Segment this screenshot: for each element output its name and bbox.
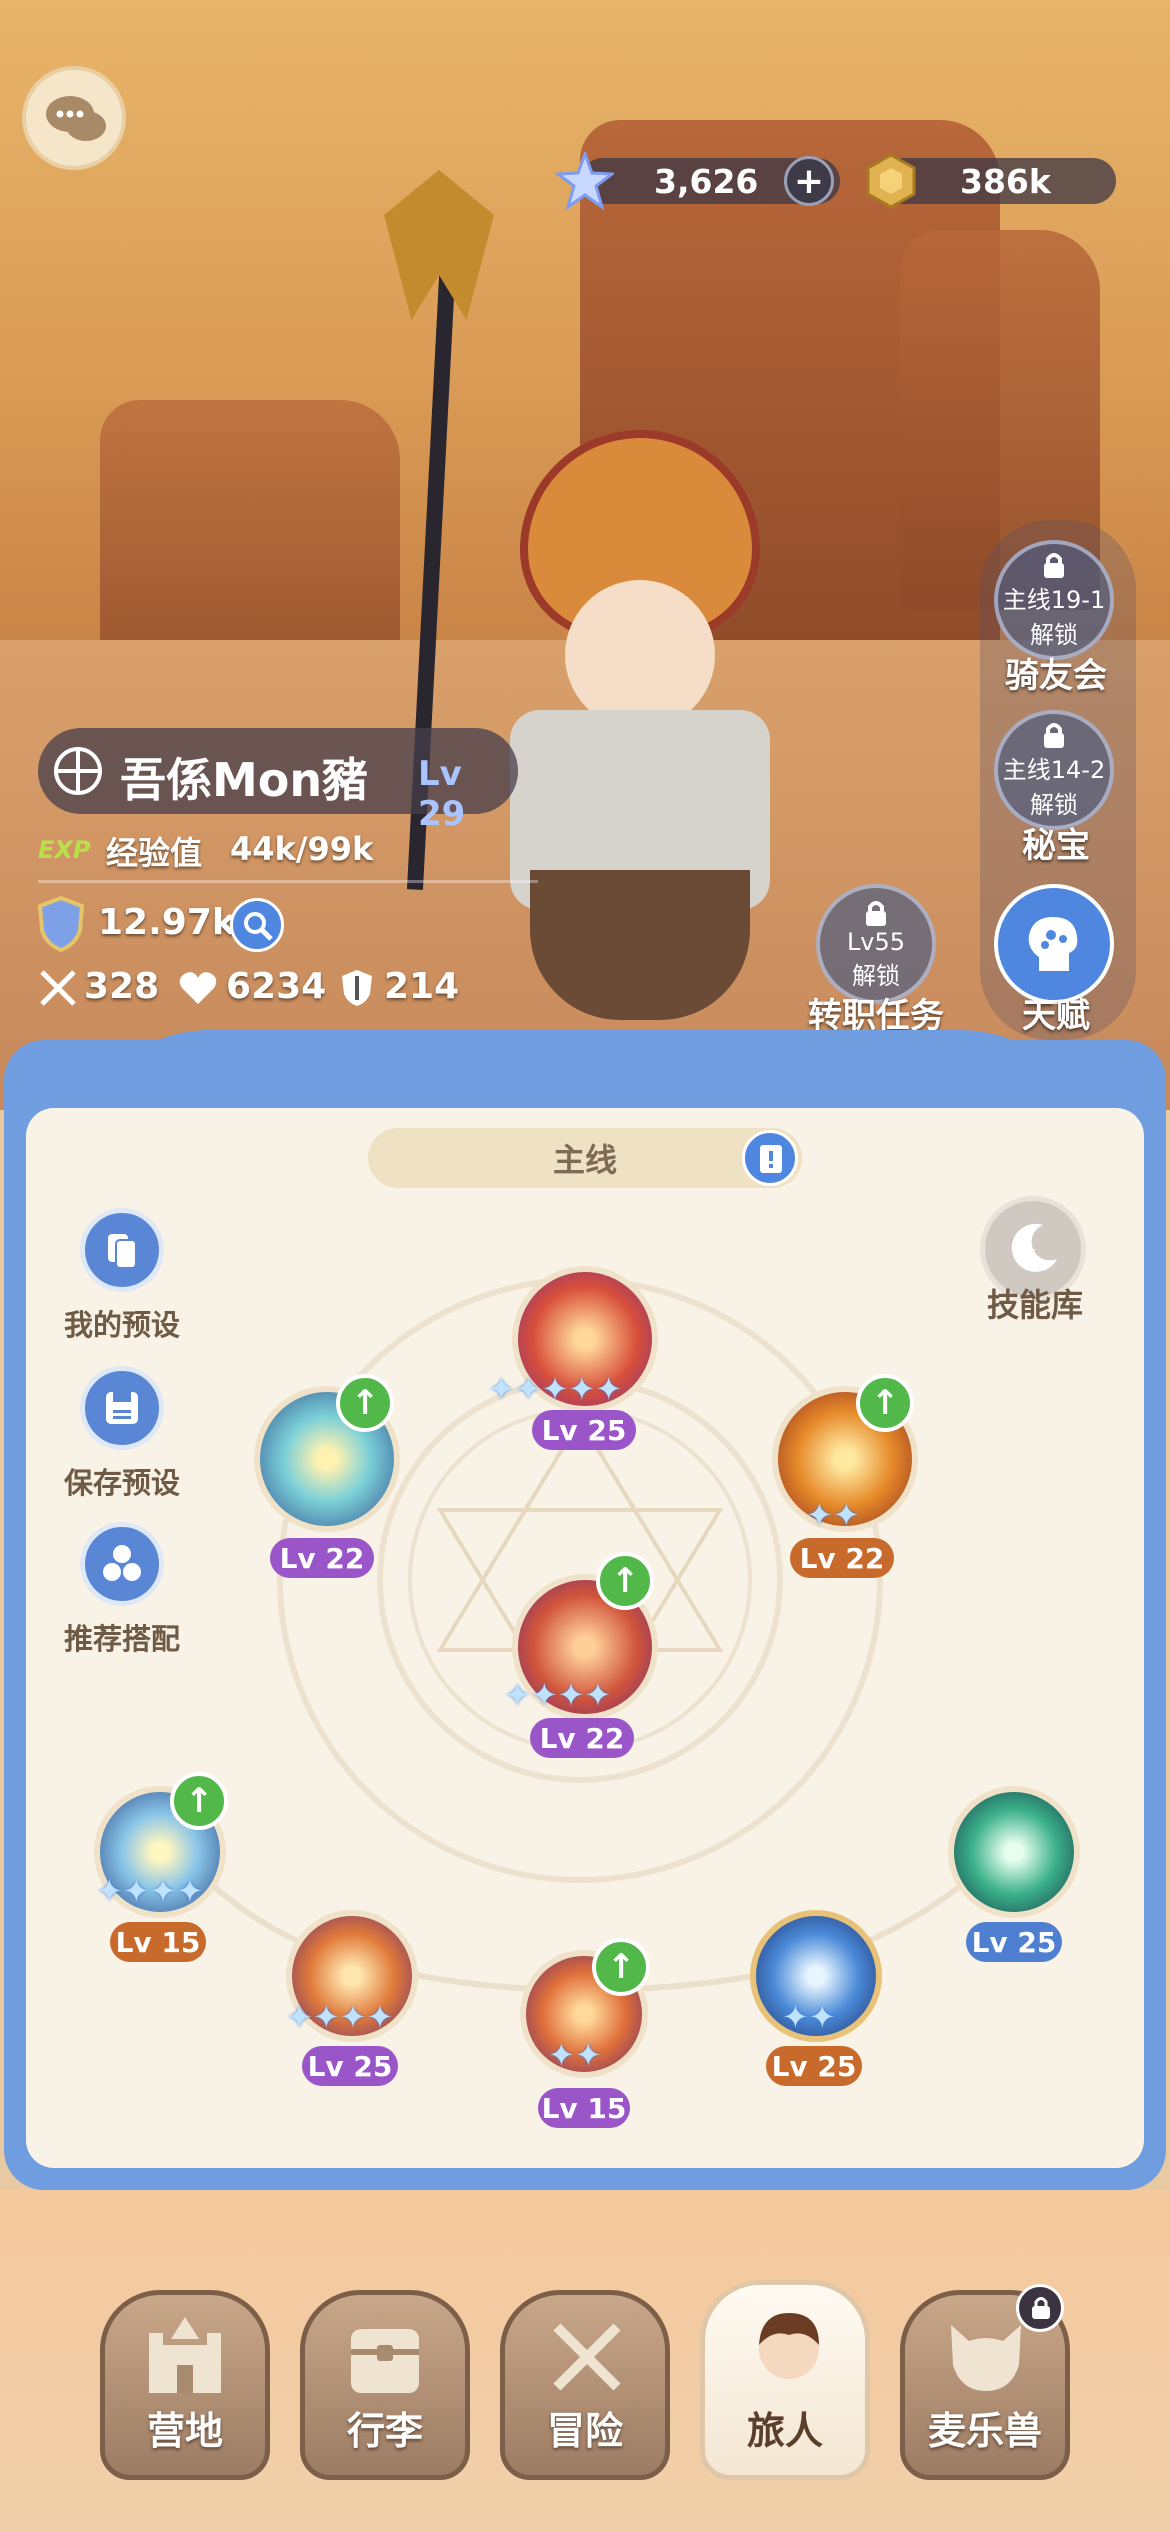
lock-icon	[1032, 2297, 1050, 2319]
power-detail-button[interactable]	[230, 898, 284, 952]
nav-traveler[interactable]: 旅人	[700, 2280, 870, 2480]
riders-club-label: 骑友会	[1005, 656, 1107, 696]
attack-value: 328	[84, 966, 160, 1007]
hp-value: 6234	[226, 966, 327, 1007]
my-preset-label: 我的预设	[63, 1308, 180, 1342]
nav-pet-label: 麦乐兽	[927, 2409, 1042, 2453]
lock-sub: 解锁	[1030, 791, 1078, 819]
nav-camp[interactable]: 营地	[100, 2290, 270, 2480]
search-icon	[244, 912, 273, 941]
upgrade-arrow-icon[interactable]: ↑	[170, 1772, 228, 1830]
skill-stars: ✦✦✦✦	[286, 1998, 394, 2036]
lock-sub: 解锁	[852, 961, 900, 990]
skill-stars: ✦✦✦✦	[504, 1676, 612, 1714]
pet-locked-badge	[1016, 2284, 1064, 2332]
shield-icon	[37, 896, 85, 952]
brain-icon	[1028, 917, 1078, 971]
player-name: 吾係Mon豬	[120, 753, 369, 807]
rock	[100, 400, 400, 660]
skill-stars: ✦✦	[806, 1496, 860, 1534]
nav-bag-label: 行李	[346, 2409, 423, 2453]
recommended-build-label: 推荐搭配	[63, 1622, 180, 1656]
traveler-avatar-icon	[759, 2313, 819, 2379]
gem-amount: 3,626	[654, 161, 759, 201]
exp-bar	[38, 880, 538, 883]
combo-icon	[103, 1545, 141, 1581]
skill-level: Lv 22	[790, 1538, 894, 1578]
skill-stars: ✦✦✦✦	[96, 1872, 204, 1910]
armor-icon	[342, 970, 372, 1006]
plus-icon: +	[793, 160, 825, 202]
lock-icon	[1044, 723, 1064, 748]
riders-club-button[interactable]: 主线19-1 解锁	[994, 540, 1114, 660]
skill-level: Lv 25	[302, 2046, 398, 2086]
coin-amount: 386k	[960, 161, 1051, 201]
talent-label: 天赋	[1022, 996, 1090, 1036]
lock-sub: 解锁	[1030, 621, 1078, 649]
talent-button[interactable]	[994, 884, 1114, 1004]
player-character[interactable]	[470, 430, 800, 1030]
skill-stars: ✦✦	[782, 1998, 836, 2036]
backpack-icon	[351, 2329, 419, 2393]
heart-icon	[179, 972, 217, 1004]
lock-icon	[1044, 553, 1064, 578]
castle-icon	[149, 2317, 221, 2393]
nav-camp-label: 营地	[146, 2409, 223, 2453]
my-preset-button[interactable]	[80, 1208, 164, 1292]
lock-condition: 主线19-1	[1002, 586, 1106, 614]
exp-label: 经验值	[106, 834, 203, 872]
nav-bag[interactable]: 行李	[300, 2290, 470, 2480]
recommended-build-button[interactable]	[80, 1522, 164, 1606]
nav-adventure-label: 冒险	[546, 2409, 623, 2453]
skill-stars: ✦✦✦✦✦	[488, 1370, 623, 1408]
combat-power: 12.97k	[98, 902, 236, 943]
cards-icon	[108, 1234, 137, 1269]
chat-button[interactable]	[22, 66, 126, 170]
upgrade-arrow-icon[interactable]: ↑	[596, 1552, 654, 1610]
skill-level: Lv 25	[766, 2046, 862, 2086]
upgrade-arrow-icon[interactable]: ↑	[336, 1374, 394, 1432]
skill-level: Lv 15	[538, 2088, 630, 2128]
skill-level: Lv 22	[530, 1718, 634, 1758]
exp-value: 44k/99k	[230, 830, 374, 868]
upgrade-arrow-icon[interactable]: ↑	[856, 1374, 914, 1432]
skill-level: Lv 15	[110, 1922, 206, 1962]
treasure-label: 秘宝	[1022, 826, 1090, 866]
treasure-button[interactable]: 主线14-2 解锁	[994, 710, 1114, 830]
crossed-swords-icon	[553, 2323, 621, 2391]
upgrade-arrow-icon[interactable]: ↑	[592, 1938, 650, 1996]
player-level: Lv 29	[418, 754, 466, 834]
skill-level: Lv 22	[270, 1538, 374, 1578]
defense-value: 214	[384, 966, 460, 1007]
class-change-quest-button[interactable]: Lv55 解锁	[816, 884, 936, 1004]
nav-traveler-label: 旅人	[746, 2409, 823, 2453]
coin-icon	[866, 153, 916, 209]
save-preset-button[interactable]	[80, 1366, 164, 1450]
add-gems-button[interactable]: +	[784, 156, 834, 206]
cat-pet-icon	[951, 2325, 1021, 2391]
player-name-pill[interactable]: 吾係Mon豬 Lv 29	[38, 728, 518, 834]
skill-level: Lv 25	[532, 1410, 636, 1450]
gem-icon	[556, 152, 614, 210]
moon-icon	[1011, 1223, 1057, 1272]
mainline-tab[interactable]: 主线	[368, 1128, 802, 1188]
exp-tag: EXP	[38, 836, 91, 864]
book-icon	[760, 1145, 782, 1173]
tab-label: 主线	[552, 1141, 617, 1179]
crosshair-icon	[54, 747, 102, 795]
skill-stars: ✦✦	[548, 2036, 602, 2074]
nav-adventure[interactable]: 冒险	[500, 2290, 670, 2480]
save-preset-label: 保存预设	[63, 1466, 180, 1500]
save-icon	[106, 1392, 138, 1424]
lock-condition: Lv55	[846, 927, 906, 956]
skill-library-label: 技能库	[986, 1286, 1083, 1324]
lock-icon	[866, 900, 886, 926]
sword-icon	[40, 970, 76, 1006]
skill-level: Lv 25	[966, 1922, 1062, 1962]
chat-icon	[46, 96, 106, 141]
tab-book-button[interactable]	[742, 1130, 798, 1186]
lock-condition: 主线14-2	[1002, 756, 1106, 784]
skill-slot[interactable]	[948, 1786, 1080, 1918]
